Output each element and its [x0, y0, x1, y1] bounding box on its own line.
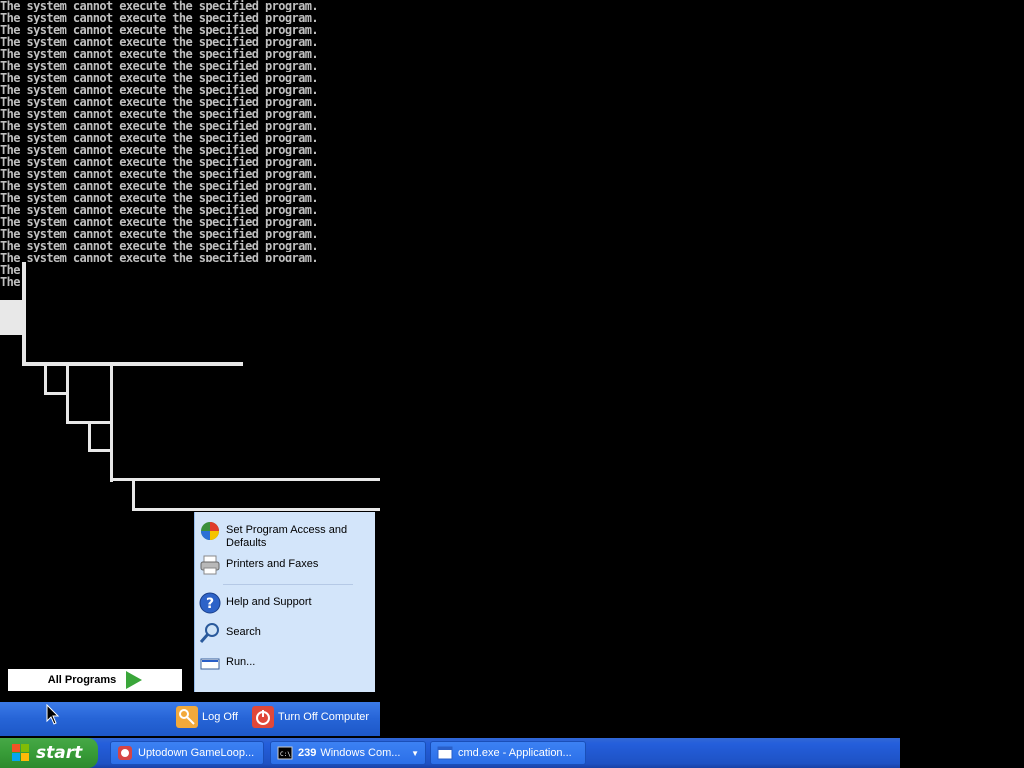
console-line: The system cannot execute the specified … [0, 228, 319, 240]
menu-item-label: Run... [226, 656, 256, 668]
glitch-line [22, 262, 26, 366]
menu-item-label: Search [226, 626, 261, 638]
printer-icon [199, 554, 221, 576]
console-output: The system cannot execute the specified … [0, 0, 384, 288]
console-line: The system cannot execute the specified … [0, 180, 319, 192]
start-button[interactable]: start [0, 738, 98, 768]
start-menu-right-pane: Set Program Access and Defaults Printers… [194, 512, 375, 692]
console-line: The system cannot execute the specified … [0, 60, 319, 72]
console-line: The system cannot execute the specified … [0, 156, 319, 168]
menu-item-run[interactable]: Run... [199, 652, 371, 674]
console-line: The system cannot execute the specified … [0, 36, 319, 48]
glitch-line [132, 481, 135, 511]
log-off-label: Log Off [202, 711, 238, 723]
console-line: The system cannot execute the specified … [0, 72, 319, 84]
console-line: The system cannot execute the specified … [0, 24, 319, 36]
menu-item-label: Help and Support [226, 596, 312, 608]
console-line: The system cannot execute the specified … [0, 132, 319, 144]
taskbar-button-cmd-error[interactable]: cmd.exe - Application... [430, 741, 586, 765]
menu-item-program-access[interactable]: Set Program Access and Defaults [199, 520, 371, 550]
glitch-line [110, 366, 113, 482]
cmd-icon: C:\ [277, 745, 293, 761]
run-icon [199, 652, 221, 674]
glitch-line [44, 392, 66, 395]
glitch-line [44, 366, 47, 394]
console-line: The system cannot execute the specified … [0, 108, 319, 120]
console-line: The system cannot execute the specified … [0, 144, 319, 156]
log-off-button[interactable]: Log Off [176, 706, 238, 728]
turn-off-button[interactable]: Turn Off Computer [252, 706, 369, 728]
glitch-line [88, 424, 91, 452]
glitch-block [0, 300, 22, 335]
console-line: The system cannot execute the specified … [0, 12, 319, 24]
taskbar-button-label: Uptodown GameLoop... [138, 747, 255, 759]
start-label: start [36, 743, 83, 763]
menu-item-label: Printers and Faxes [226, 558, 319, 570]
console-line: The system cannot execute the specified … [0, 84, 319, 96]
glitch-line [110, 478, 380, 481]
power-icon [252, 706, 274, 728]
glitch-line [88, 449, 110, 452]
key-icon [176, 706, 198, 728]
menu-item-label: Set Program Access and Defaults [226, 524, 348, 549]
program-access-icon [199, 520, 221, 542]
chevron-down-icon: ▼ [411, 748, 419, 758]
windows-logo-icon [12, 744, 30, 762]
glitch-line [66, 366, 69, 424]
all-programs-button[interactable]: All Programs [8, 669, 182, 691]
taskbar-button-group-windows-command[interactable]: C:\ 239 Windows Com... ▼ [270, 741, 426, 765]
taskbar-button-gameloop[interactable]: Uptodown GameLoop... [110, 741, 264, 765]
console-line: The system cannot execute the specified … [0, 120, 319, 132]
mouse-cursor-icon [46, 704, 60, 725]
arrow-right-icon [126, 671, 143, 689]
menu-item-search[interactable]: Search [199, 622, 371, 644]
glitch-line [132, 508, 380, 511]
menu-item-printers[interactable]: Printers and Faxes [199, 554, 371, 576]
svg-text:?: ? [206, 596, 214, 612]
menu-item-help[interactable]: ? Help and Support [199, 592, 371, 614]
taskbar: start Uptodown GameLoop... C:\ 239 Windo… [0, 738, 900, 768]
help-icon: ? [199, 592, 221, 614]
app-icon [117, 745, 133, 761]
console-line: The system cannot execute the specified … [0, 48, 319, 60]
glitch-line [22, 362, 243, 366]
console-line: The system cannot execute the specified … [0, 216, 319, 228]
window-icon [437, 745, 453, 761]
console-line: The system cannot execute the specified … [0, 168, 319, 180]
glitch-block [26, 262, 384, 288]
all-programs-label: All Programs [47, 674, 117, 686]
menu-separator [223, 584, 353, 585]
group-count: 239 [298, 747, 317, 759]
taskbar-button-label: cmd.exe - Application... [458, 747, 572, 759]
console-line: The system cannot execute the specified … [0, 96, 319, 108]
search-icon [199, 622, 221, 644]
turn-off-label: Turn Off Computer [278, 711, 370, 723]
taskbar-button-label: Windows Com... [320, 747, 401, 759]
svg-text:C:\: C:\ [280, 751, 291, 758]
console-line: The system cannot execute the specified … [0, 240, 319, 252]
console-line: The system cannot execute the specified … [0, 0, 319, 12]
console-line: The system cannot execute the specified … [0, 192, 319, 204]
console-line: The system cannot execute the specified … [0, 204, 319, 216]
